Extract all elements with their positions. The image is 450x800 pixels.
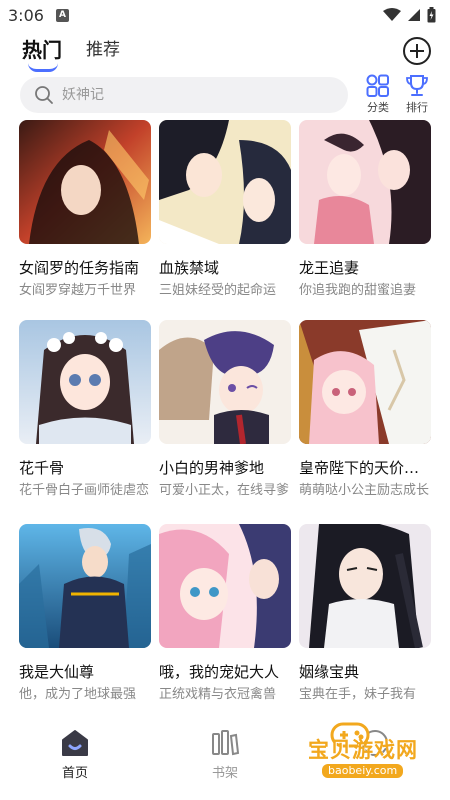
comic-cover[interactable]: [19, 524, 151, 648]
plus-icon: [410, 44, 424, 58]
comic-cover[interactable]: [299, 320, 431, 444]
comic-desc: 三姐妹经受的起命运: [159, 283, 277, 298]
comic-card[interactable]: 龙王追妻 你追我跑的甜蜜追妻: [299, 120, 431, 300]
watermark-text: 宝贝游戏网: [308, 738, 418, 762]
ranking-label: 排行: [406, 101, 428, 114]
comic-cover[interactable]: [19, 320, 151, 444]
comic-title: 姻缘宝典: [299, 663, 360, 681]
search-bar[interactable]: [20, 77, 348, 113]
comic-cover[interactable]: [19, 120, 151, 244]
comic-card[interactable]: 姻缘宝典 宝典在手，妹子我有: [299, 524, 431, 704]
category-label: 分类: [367, 101, 389, 114]
signal-icon: [408, 9, 420, 21]
watermark-logo: 宝贝游戏网 baobeiy.com: [270, 722, 440, 788]
category-grid-icon: [366, 74, 389, 97]
comic-card[interactable]: 哦，我的宠妃大人 正统戏精与衣冠禽兽: [159, 524, 291, 704]
comic-card[interactable]: 血族禁域 三姐妹经受的起命运: [159, 120, 291, 300]
watermark-url: baobeiy.com: [322, 764, 404, 778]
search-input[interactable]: [62, 87, 302, 103]
comic-title: 花千骨: [19, 459, 65, 477]
comic-desc: 他，成为了地球最强: [19, 687, 137, 702]
comic-title: 小白的男神爹地: [159, 459, 265, 477]
category-button[interactable]: 分类: [360, 74, 396, 115]
home-icon: [62, 730, 88, 756]
comic-cover[interactable]: [159, 524, 291, 648]
status-time: 3:06: [8, 5, 44, 25]
comic-desc: 萌萌哒小公主励志成长: [299, 483, 430, 498]
comic-desc: 可爱小正太，在线寻爹: [159, 483, 290, 498]
search-icon: [35, 86, 53, 104]
comic-cover[interactable]: [299, 120, 431, 244]
comic-title: 我是大仙尊: [19, 663, 95, 681]
comic-card[interactable]: 花千骨 花千骨白子画师徒虐恋: [19, 320, 151, 500]
comic-title: 血族禁域: [159, 259, 220, 277]
comic-card[interactable]: 小白的男神爹地 可爱小正太，在线寻爹: [159, 320, 291, 500]
bookshelf-icon: [212, 730, 240, 756]
comic-desc: 宝典在手，妹子我有: [299, 687, 417, 702]
nav-bookshelf-label: 书架: [211, 766, 238, 781]
nav-home-label: 首页: [61, 766, 88, 781]
tab-hot[interactable]: 热门: [22, 36, 62, 72]
wifi-icon: [383, 8, 401, 21]
comic-desc: 花千骨白子画师徒虐恋: [19, 483, 150, 498]
top-tabs: 热门 推荐: [22, 36, 120, 76]
comic-cover[interactable]: [159, 320, 291, 444]
comic-card[interactable]: 我是大仙尊 他，成为了地球最强: [19, 524, 151, 704]
comic-title: 女阎罗的任务指南: [19, 259, 140, 277]
comic-title: 皇帝陛下的天价宝贝: [299, 459, 431, 477]
comic-cover[interactable]: [159, 120, 291, 244]
notification-a-icon: A: [55, 8, 69, 22]
add-button[interactable]: [403, 37, 431, 65]
battery-icon: [427, 7, 436, 23]
comic-cover[interactable]: [299, 524, 431, 648]
comic-desc: 正统戏精与衣冠禽兽: [159, 687, 277, 702]
comic-desc: 女阎罗穿越万千世界: [19, 283, 137, 298]
comic-card[interactable]: 女阎罗的任务指南 女阎罗穿越万千世界: [19, 120, 151, 300]
status-icons: [383, 7, 436, 23]
status-bar: 3:06 A: [0, 0, 450, 30]
comic-desc: 你追我跑的甜蜜追妻: [299, 283, 417, 298]
comic-title: 哦，我的宠妃大人: [159, 663, 280, 681]
comic-title: 龙王追妻: [299, 259, 360, 277]
trophy-icon: [406, 75, 428, 96]
ranking-button[interactable]: 排行: [399, 74, 435, 115]
comic-card[interactable]: 皇帝陛下的天价宝贝 萌萌哒小公主励志成长: [299, 320, 431, 500]
tab-recommend[interactable]: 推荐: [86, 36, 120, 64]
nav-home[interactable]: 首页: [0, 722, 150, 800]
